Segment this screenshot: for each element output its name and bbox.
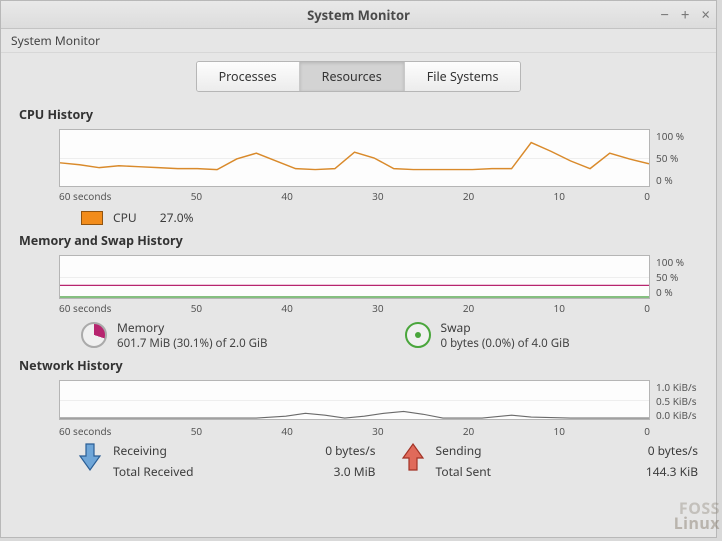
send-rate: 0 bytes/s <box>598 442 698 459</box>
cpu-y-axis: 100 % 50 % 0 % <box>650 129 698 187</box>
swap-label: Swap <box>441 319 570 336</box>
memory-chart-area[interactable] <box>59 255 650 299</box>
tab-file-systems[interactable]: File Systems <box>405 62 521 91</box>
window-title: System Monitor <box>307 6 410 24</box>
memory-pie-icon[interactable] <box>81 322 107 348</box>
memory-x-axis: 60 seconds 50 40 30 20 10 0 <box>59 301 650 315</box>
recv-total: 3.0 MiB <box>289 463 375 480</box>
memory-section-title: Memory and Swap History <box>19 232 698 249</box>
cpu-x-axis: 60 seconds 50 40 30 20 10 0 <box>59 189 650 203</box>
recv-label: Receiving <box>113 442 229 459</box>
minimize-button[interactable]: − <box>660 5 669 25</box>
send-label: Sending <box>436 442 539 459</box>
cpu-color-swatch[interactable] <box>81 211 103 225</box>
memory-metrics: Memory 601.7 MiB (30.1%) of 2.0 GiB Swap… <box>81 319 698 351</box>
download-arrow-icon <box>77 442 103 472</box>
cpu-legend: CPU 27.0% <box>81 209 698 226</box>
network-y-axis: 1.0 KiB/s 0.5 KiB/s 0.0 KiB/s <box>650 380 698 422</box>
memory-value: 601.7 MiB (30.1%) of 2.0 GiB <box>117 336 267 351</box>
menubar: System Monitor <box>1 29 716 53</box>
menu-item-system-monitor[interactable]: System Monitor <box>11 32 100 49</box>
close-button[interactable]: × <box>701 5 710 25</box>
swap-pie-icon[interactable] <box>405 322 431 348</box>
recv-total-label: Total Received <box>113 463 229 480</box>
titlebar[interactable]: System Monitor − + × <box>1 1 716 29</box>
network-chart: 1.0 KiB/s 0.5 KiB/s 0.0 KiB/s <box>59 380 698 422</box>
memory-y-axis: 100 % 50 % 0 % <box>650 255 698 299</box>
memory-line-icon <box>60 256 649 298</box>
cpu-legend-value: 27.0% <box>160 209 194 226</box>
network-chart-area[interactable] <box>59 380 650 420</box>
memory-label: Memory <box>117 319 267 336</box>
recv-rate: 0 bytes/s <box>289 442 375 459</box>
cpu-legend-label: CPU <box>113 209 137 226</box>
memory-chart: 100 % 50 % 0 % <box>59 255 698 299</box>
swap-value: 0 bytes (0.0%) of 4.0 GiB <box>441 336 570 351</box>
network-stats: Receiving 0 bytes/s Total Received 3.0 M… <box>77 442 698 480</box>
maximize-button[interactable]: + <box>681 5 690 25</box>
window-controls: − + × <box>660 5 710 25</box>
network-x-axis: 60 seconds 50 40 30 20 10 0 <box>59 424 650 438</box>
cpu-chart-area[interactable] <box>59 129 650 187</box>
network-line-icon <box>60 381 649 419</box>
network-section-title: Network History <box>19 357 698 374</box>
tab-resources[interactable]: Resources <box>300 62 405 91</box>
tab-bar: Processes Resources File Systems <box>1 53 716 98</box>
upload-arrow-icon <box>400 442 426 472</box>
content-area: CPU History 100 % 50 % 0 % 60 seconds 50… <box>1 98 716 537</box>
app-window: System Monitor − + × System Monitor Proc… <box>0 0 717 538</box>
send-total: 144.3 KiB <box>598 463 698 480</box>
tab-processes[interactable]: Processes <box>197 62 300 91</box>
send-total-label: Total Sent <box>436 463 539 480</box>
cpu-line-icon <box>60 130 649 186</box>
cpu-chart: 100 % 50 % 0 % <box>59 129 698 187</box>
cpu-section-title: CPU History <box>19 106 698 123</box>
